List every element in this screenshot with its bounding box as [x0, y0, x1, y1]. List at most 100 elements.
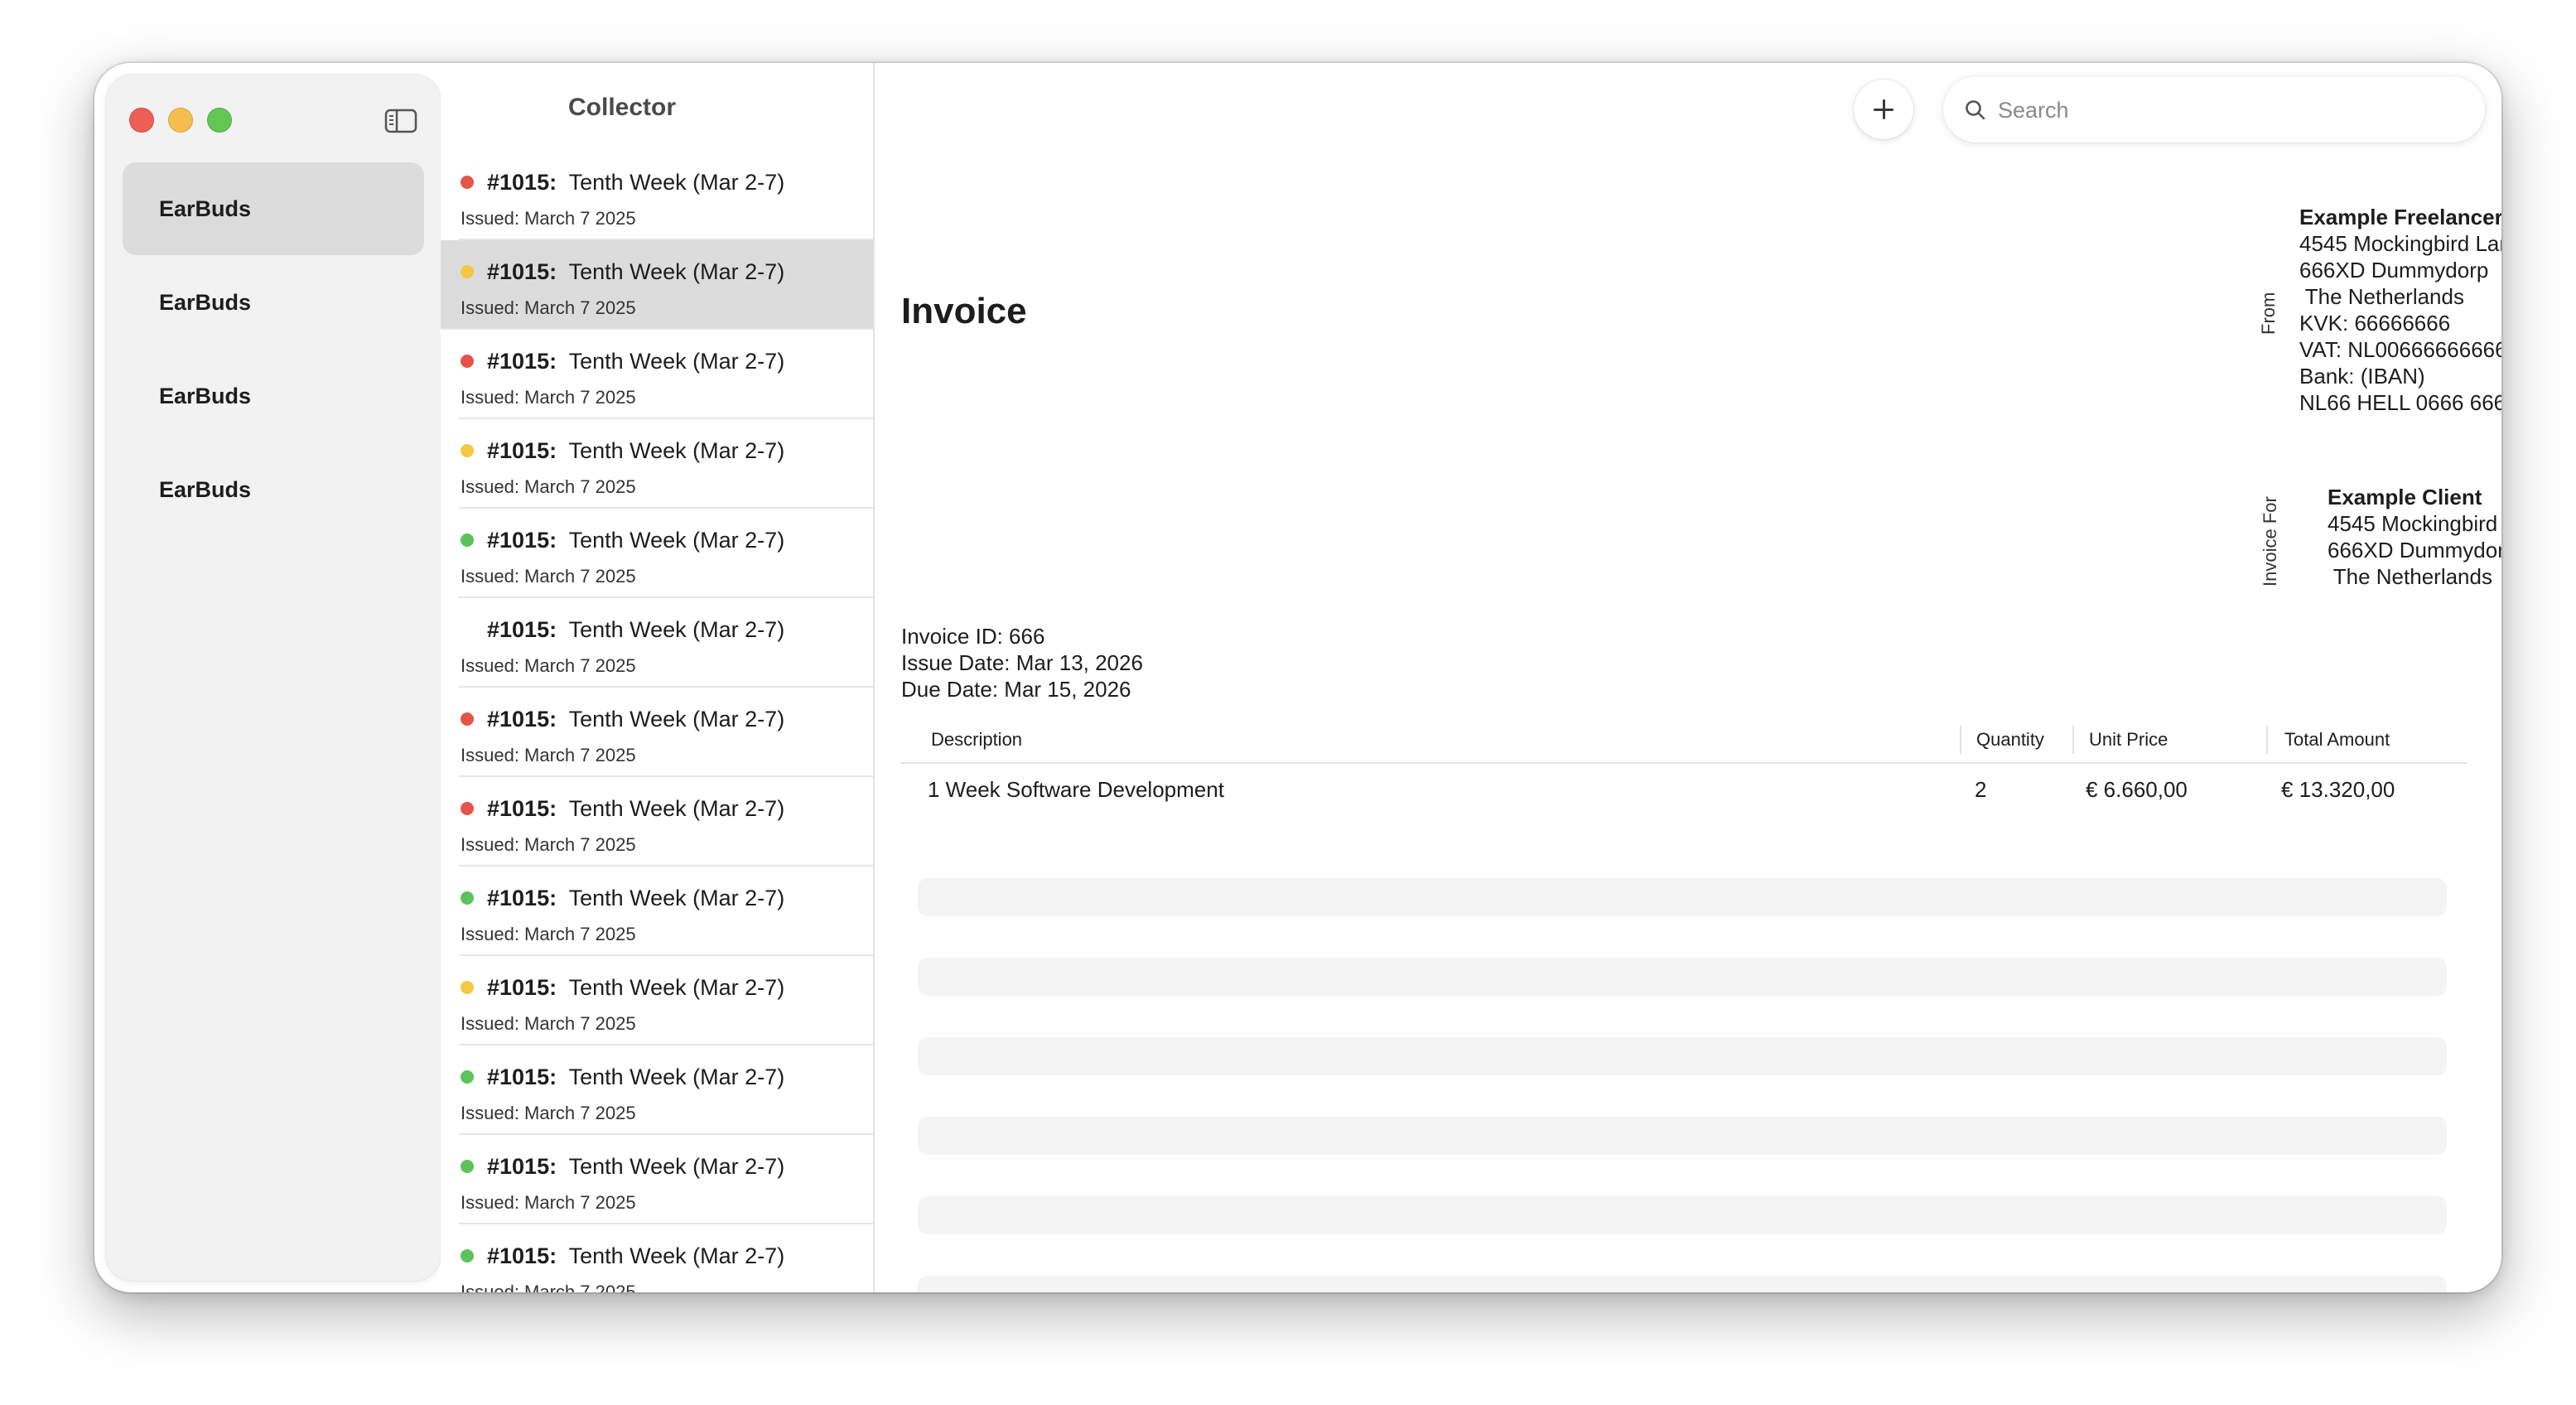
sidebar-item-earbuds[interactable]: EarBuds [123, 256, 424, 349]
invoice-title: Invoice [901, 291, 1027, 331]
invoice-item-title: #1015: Tenth Week (Mar 2-7) [487, 346, 784, 376]
search-input[interactable] [1996, 91, 2463, 129]
invoice-item-name: Tenth Week (Mar 2-7) [568, 259, 785, 284]
invoice-list-item[interactable]: #1015: Tenth Week (Mar 2-7) Issued: March… [441, 509, 873, 598]
invoice-number: #1015: [487, 438, 557, 463]
invoice-item-name: Tenth Week (Mar 2-7) [568, 1065, 785, 1089]
invoice-number: #1015: [487, 259, 557, 284]
invoice-item-name: Tenth Week (Mar 2-7) [568, 1243, 785, 1268]
close-window-button[interactable] [129, 108, 154, 133]
invoice-item-title: #1015: Tenth Week (Mar 2-7) [487, 525, 784, 555]
search-icon [1966, 100, 1985, 120]
cell-quantity: 2 [1975, 777, 1987, 802]
invoice-item-title: #1015: Tenth Week (Mar 2-7) [487, 1062, 784, 1092]
items-table-header: Description Quantity Unit Price Total Am… [901, 722, 2467, 764]
empty-table-row[interactable] [918, 878, 2447, 916]
address-line: 4545 Mockingbird Lane [2299, 231, 2501, 256]
address-line: The Netherlands [2328, 564, 2492, 589]
invoice-issued-date: Issued: March 7 2025 [461, 1192, 636, 1213]
invoice-list-item[interactable]: #1015: Tenth Week (Mar 2-7) Issued: March… [441, 688, 873, 777]
empty-table-row[interactable] [918, 1037, 2447, 1075]
status-dot-icon [461, 802, 474, 815]
invoice-for-label: Invoice For [2260, 496, 2280, 587]
column-divider[interactable] [2072, 726, 2074, 754]
invoice-issued-date: Issued: March 7 2025 [461, 387, 636, 408]
app-title: Collector [568, 94, 677, 121]
cell-total-amount: € 13.320,00 [2281, 777, 2395, 802]
minimize-window-button[interactable] [168, 108, 193, 133]
column-header-unit-price[interactable]: Unit Price [2089, 722, 2168, 757]
sidebar-item-label: EarBuds [159, 476, 252, 502]
sidebar-item-label: EarBuds [159, 289, 252, 315]
invoice-number: #1015: [487, 170, 557, 195]
invoice-number: #1015: [487, 796, 557, 821]
invoice-list-item[interactable]: #1015: Tenth Week (Mar 2-7) Issued: March… [441, 419, 873, 509]
search-field[interactable] [1943, 76, 2485, 142]
invoice-item-title: #1015: Tenth Week (Mar 2-7) [487, 257, 784, 287]
column-divider[interactable] [2266, 726, 2268, 754]
invoice-list-item[interactable]: #1015: Tenth Week (Mar 2-7) Issued: March… [441, 598, 873, 688]
empty-table-row[interactable] [918, 1117, 2447, 1155]
invoice-number: #1015: [487, 707, 557, 731]
invoice-list: #1015: Tenth Week (Mar 2-7) Issued: March… [441, 151, 873, 1292]
table-row[interactable]: 1 Week Software Development 2 € 6.660,00… [901, 770, 2467, 809]
invoice-list-item[interactable]: #1015: Tenth Week (Mar 2-7) Issued: March… [441, 151, 873, 240]
sidebar-item-earbuds[interactable]: EarBuds [123, 162, 424, 255]
sidebar-toggle-icon[interactable] [384, 108, 417, 134]
invoice-list-item[interactable]: #1015: Tenth Week (Mar 2-7) Issued: March… [441, 1135, 873, 1224]
invoice-list-item[interactable]: #1015: Tenth Week (Mar 2-7) Issued: March… [441, 240, 873, 330]
column-header-total-amount[interactable]: Total Amount [2284, 722, 2390, 757]
invoice-item-name: Tenth Week (Mar 2-7) [568, 707, 785, 731]
empty-table-row[interactable] [918, 1196, 2447, 1234]
invoice-issued-date: Issued: March 7 2025 [461, 745, 636, 765]
column-header-description[interactable]: Description [931, 722, 1022, 757]
status-dot-icon [461, 534, 474, 547]
invoice-item-name: Tenth Week (Mar 2-7) [568, 796, 785, 821]
status-dot-icon [461, 981, 474, 994]
invoice-id: Invoice ID: 666 [901, 624, 1045, 649]
invoice-number: #1015: [487, 1065, 557, 1089]
invoice-number: #1015: [487, 528, 557, 553]
column-header-quantity[interactable]: Quantity [1976, 722, 2044, 757]
invoice-list-item[interactable]: #1015: Tenth Week (Mar 2-7) Issued: March… [441, 1224, 873, 1292]
sidebar-item-earbuds[interactable]: EarBuds [123, 350, 424, 442]
add-invoice-button[interactable] [1854, 80, 1913, 139]
cell-description: 1 Week Software Development [928, 777, 1224, 802]
invoice-item-title: #1015: Tenth Week (Mar 2-7) [487, 973, 784, 1002]
invoice-list-column: Collector #1015: Tenth Week (Mar 2-7) Iss… [441, 63, 875, 1292]
status-dot-icon [461, 1249, 474, 1263]
invoice-list-item[interactable]: #1015: Tenth Week (Mar 2-7) Issued: March… [441, 330, 873, 419]
invoice-item-title: #1015: Tenth Week (Mar 2-7) [487, 1241, 784, 1271]
invoice-list-item[interactable]: #1015: Tenth Week (Mar 2-7) Issued: March… [441, 1045, 873, 1135]
cell-unit-price: € 6.660,00 [2086, 777, 2188, 802]
invoice-list-item[interactable]: #1015: Tenth Week (Mar 2-7) Issued: March… [441, 867, 873, 956]
due-date: Due Date: Mar 15, 2026 [901, 677, 1131, 702]
sidebar-item-earbuds[interactable]: EarBuds [123, 443, 424, 536]
address-line: 4545 Mockingbird Lane [2328, 511, 2498, 536]
column-divider[interactable] [1960, 726, 1961, 754]
invoice-issued-date: Issued: March 7 2025 [461, 1282, 636, 1292]
status-dot-icon [461, 1070, 474, 1084]
address-line: 666XD Dummydorp [2328, 538, 2501, 562]
status-dot-icon [461, 712, 474, 726]
invoice-issued-date: Issued: March 7 2025 [461, 208, 636, 229]
invoice-list-item[interactable]: #1015: Tenth Week (Mar 2-7) Issued: March… [441, 956, 873, 1045]
address-line: Bank: (IBAN) [2299, 364, 2425, 389]
empty-table-row[interactable] [918, 1276, 2447, 1292]
status-dot-icon [461, 265, 474, 278]
address-line: KVK: 66666666 [2299, 311, 2451, 336]
invoice-item-name: Tenth Week (Mar 2-7) [568, 349, 785, 374]
address-line: 666XD Dummydorp [2299, 258, 2489, 282]
invoice-number: #1015: [487, 975, 557, 1000]
zoom-window-button[interactable] [207, 108, 232, 133]
invoice-list-item[interactable]: #1015: Tenth Week (Mar 2-7) Issued: March… [441, 777, 873, 867]
address-line: VAT: NL006666666666 [2299, 337, 2501, 362]
empty-table-row[interactable] [918, 958, 2447, 996]
invoice-item-title: #1015: Tenth Week (Mar 2-7) [487, 883, 784, 913]
status-dot-icon [461, 176, 474, 189]
invoice-issued-date: Issued: March 7 2025 [461, 924, 636, 944]
invoice-number: #1015: [487, 617, 557, 642]
status-dot-icon [461, 444, 474, 457]
invoice-item-title: #1015: Tenth Week (Mar 2-7) [487, 436, 784, 466]
invoice-detail: Invoice From Example Freelancer4545 Mock… [875, 63, 2501, 1292]
